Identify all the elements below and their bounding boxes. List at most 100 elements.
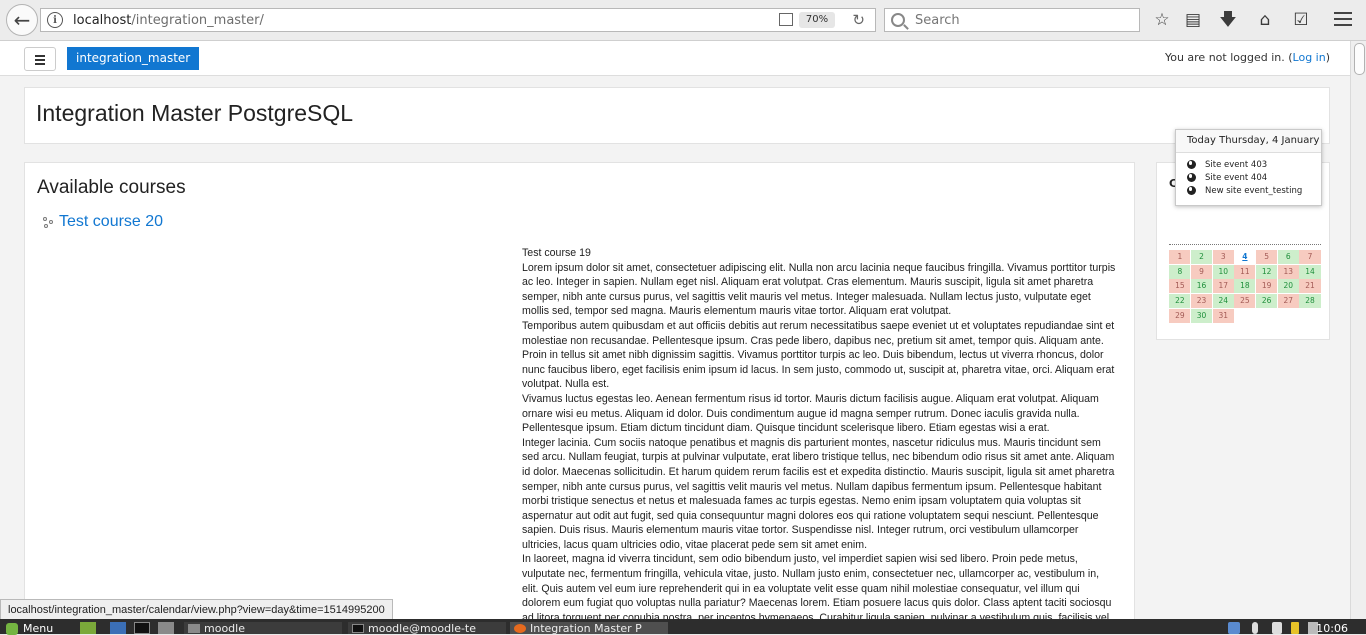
task-label: moodle@moodle-te — [368, 622, 477, 634]
calendar-day-cell[interactable]: 4 — [1234, 250, 1255, 264]
calendar-day-cell[interactable]: 26 — [1256, 294, 1278, 309]
summary-paragraph: Temporibus autem quibusdam et aut offici… — [522, 319, 1115, 391]
nav-drawer-button[interactable] — [24, 47, 56, 71]
calendar-day-cell[interactable]: 20 — [1277, 279, 1299, 294]
course-link[interactable]: Test course 20 — [59, 213, 163, 231]
event-label: Site event 404 — [1205, 172, 1268, 183]
calendar-day-cell[interactable]: 1 — [1169, 250, 1191, 265]
scroll-thumb[interactable] — [1354, 43, 1365, 75]
event-label: Site event 403 — [1205, 159, 1268, 170]
search-icon — [891, 13, 905, 27]
calendar-day-cell[interactable]: 22 — [1169, 294, 1191, 309]
calendar-day-cell[interactable]: 24 — [1212, 294, 1234, 309]
calendar-day-cell[interactable]: 25 — [1234, 294, 1256, 309]
url-bar[interactable]: i localhost/integration_master/ 70% ↻ — [40, 8, 876, 32]
pocket-icon[interactable]: ☑ — [1290, 9, 1312, 31]
files-launcher-icon[interactable] — [158, 622, 174, 634]
task-label: Integration Master P — [530, 622, 642, 634]
terminal-icon — [352, 624, 364, 633]
calendar-day-cell[interactable]: 13 — [1277, 264, 1299, 279]
start-menu-label: Menu — [23, 622, 54, 635]
calendar-day-cell[interactable]: 17 — [1212, 279, 1234, 294]
calendar-day-cell[interactable]: 2 — [1190, 250, 1213, 265]
shield-icon[interactable] — [1228, 622, 1240, 634]
reader-view-icon[interactable] — [779, 13, 793, 26]
zoom-indicator[interactable]: 70% — [799, 12, 835, 28]
popup-title: Today Thursday, 4 January — [1176, 130, 1321, 153]
back-button[interactable]: ← — [6, 4, 38, 36]
reading-list-icon[interactable]: ▤ — [1182, 9, 1204, 31]
globe-icon — [1187, 173, 1196, 182]
start-menu-button[interactable]: Menu — [6, 622, 53, 635]
calendar-grid: 1 2 3 4 5 6 7 8 9 10 11 12 13 14 15 16 17 18 19 20 21 22 23 24 2… — [1169, 250, 1321, 323]
calendar-day-cell[interactable]: 19 — [1256, 279, 1278, 294]
calendar-day-cell[interactable]: 5 — [1256, 250, 1278, 265]
show-desktop-icon[interactable] — [80, 622, 96, 634]
os-taskbar: Menu moodle moodle@moodle-te Integration… — [0, 619, 1366, 635]
mint-logo-icon — [6, 622, 18, 635]
course-item: Test course 20 — [43, 213, 163, 231]
calendar-day-cell[interactable]: 9 — [1190, 264, 1213, 279]
calendar-day-cell[interactable]: 12 — [1256, 264, 1278, 279]
popup-event[interactable]: New site event_testing — [1176, 184, 1321, 197]
calendar-day-cell[interactable]: 14 — [1299, 264, 1321, 279]
battery-icon[interactable] — [1291, 622, 1299, 634]
page-title: Integration Master PostgreSQL — [36, 100, 354, 126]
info-icon[interactable]: i — [47, 12, 63, 28]
globe-icon — [1187, 186, 1196, 195]
search-input[interactable]: Search — [884, 8, 1140, 32]
calendar-day-cell[interactable]: 11 — [1234, 264, 1256, 279]
login-close: ) — [1325, 51, 1330, 64]
calendar-day-cell[interactable]: 28 — [1299, 294, 1321, 309]
folder-icon — [188, 624, 200, 633]
taskbar-item-moodle[interactable]: moodle — [184, 622, 342, 634]
popup-event[interactable]: Site event 403 — [1176, 158, 1321, 171]
bookmark-star-icon[interactable]: ☆ — [1151, 9, 1173, 31]
login-link[interactable]: Log in — [1293, 51, 1326, 64]
task-label: moodle — [204, 622, 245, 634]
home-icon[interactable]: ⌂ — [1254, 9, 1276, 31]
browser-launcher-icon[interactable] — [110, 622, 126, 634]
search-placeholder: Search — [915, 12, 960, 28]
calendar-day-cell[interactable]: 31 — [1212, 308, 1234, 323]
calendar-day-cell[interactable]: 8 — [1169, 264, 1191, 279]
calendar-day-cell[interactable]: 27 — [1277, 294, 1299, 309]
taskbar-item-terminal[interactable]: moodle@moodle-te — [348, 622, 506, 634]
course-expand-icon[interactable] — [43, 216, 54, 228]
calendar-day-popup: Today Thursday, 4 January Site event 403… — [1175, 129, 1322, 206]
download-icon[interactable]: 🡇 — [1217, 9, 1239, 31]
calendar-day-cell[interactable]: 7 — [1299, 250, 1321, 265]
taskbar-clock[interactable]: 10:06 — [1316, 622, 1348, 635]
browser-toolbar: ← i localhost/integration_master/ 70% ↻ … — [0, 0, 1366, 41]
volume-icon[interactable] — [1272, 622, 1282, 634]
section-title: Available courses — [37, 177, 186, 198]
calendar-day-cell[interactable]: 18 — [1234, 279, 1256, 294]
calendar-day-cell[interactable]: 16 — [1190, 279, 1213, 294]
calendar-day-cell[interactable]: 23 — [1190, 294, 1213, 309]
calendar-day-cell[interactable]: 10 — [1212, 264, 1234, 279]
login-info: You are not logged in. (Log in) — [1165, 51, 1330, 64]
summary-title: Test course 19 — [522, 247, 591, 259]
calendar-day-cell[interactable]: 3 — [1212, 250, 1234, 265]
event-label: New site event_testing — [1205, 185, 1303, 196]
terminal-launcher-icon[interactable] — [134, 622, 150, 634]
calendar-day-cell[interactable]: 30 — [1190, 308, 1213, 323]
calendar-day-cell[interactable]: 15 — [1169, 279, 1191, 294]
url-path: /integration_master/ — [131, 12, 264, 28]
summary-paragraph: Integer lacinia. Cum sociis natoque pena… — [522, 436, 1115, 551]
summary-paragraph: Vivamus luctus egestas leo. Aenean ferme… — [522, 392, 1099, 435]
frontpage-courses: Available courses Test course 20 Test co… — [24, 162, 1135, 634]
popup-event[interactable]: Site event 404 — [1176, 171, 1321, 184]
site-brand-link[interactable]: integration_master — [67, 47, 200, 70]
calendar-day-cell[interactable]: 6 — [1277, 250, 1299, 265]
url-text: localhost/integration_master/ — [73, 13, 264, 28]
page-scrollbar[interactable] — [1350, 41, 1366, 634]
calendar-day-cell[interactable]: 21 — [1299, 279, 1321, 294]
course-summary: Test course 19 Lorem ipsum dolor sit ame… — [522, 246, 1117, 634]
taskbar-item-firefox[interactable]: Integration Master P — [510, 622, 668, 634]
browser-menu-icon[interactable] — [1334, 12, 1352, 30]
reload-icon[interactable]: ↻ — [852, 11, 865, 29]
url-host: localhost — [73, 12, 132, 28]
calendar-day-cell[interactable]: 29 — [1169, 308, 1191, 323]
microphone-icon[interactable] — [1252, 622, 1258, 634]
